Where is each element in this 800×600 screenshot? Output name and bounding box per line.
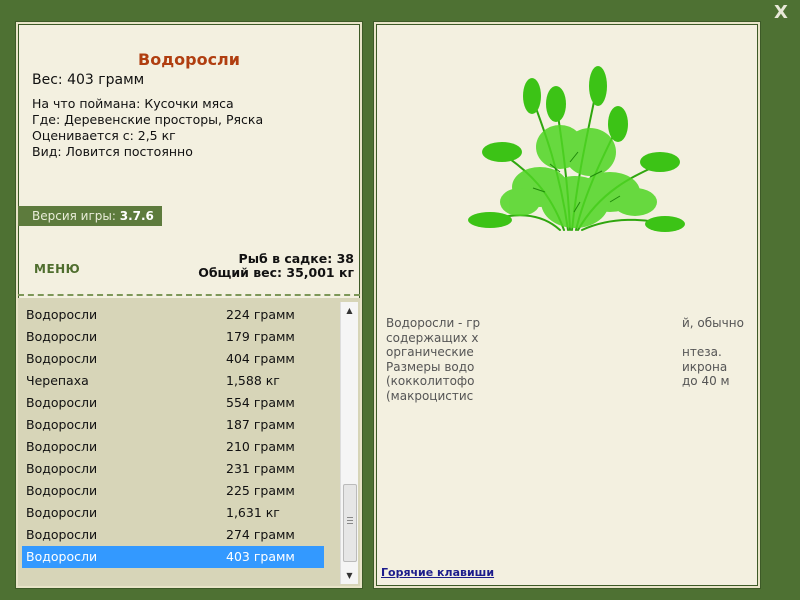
description-right: нтеза. <box>682 345 722 359</box>
scroll-up-icon[interactable]: ▲ <box>341 302 358 319</box>
catch-item-weight: 187 грамм <box>226 417 295 432</box>
catch-list-item[interactable]: Водоросли 179 грамм <box>22 326 324 348</box>
seaweed-image <box>468 66 685 232</box>
catch-item-name: Водоросли <box>26 461 98 476</box>
catch-list-item[interactable]: Водоросли 1,631 кг <box>22 502 324 524</box>
catch-item-weight: 225 грамм <box>226 483 295 498</box>
catch-item-weight: 210 грамм <box>226 439 295 454</box>
catch-list-item[interactable]: Черепаха 1,588 кг <box>22 370 324 392</box>
description-left: (кокколитофо <box>386 374 475 388</box>
menu-button[interactable]: МЕНЮ <box>34 262 80 276</box>
catch-item-weight: 1,588 кг <box>226 373 280 388</box>
catch-item-name: Черепаха <box>26 373 89 388</box>
description-line: органические нтеза. <box>386 345 748 360</box>
description-right: икрона <box>682 359 728 374</box>
catch-list: Водоросли 224 грамм Водоросли 179 грамм Водо… <box>18 298 360 586</box>
divider <box>18 294 360 296</box>
location-line: Где: Деревенские просторы, Ряска <box>32 112 264 127</box>
total-weight: Общий вес: 35,001 кг <box>198 265 354 280</box>
catch-item-name: Водоросли <box>26 351 98 366</box>
description-line: Водоросли - гр й, обычно <box>386 316 748 331</box>
catch-item-weight: 1,631 кг <box>226 505 280 520</box>
catch-item-name: Водоросли <box>26 505 98 520</box>
fish-count: Рыб в садке: 38 <box>238 251 354 266</box>
scroll-down-icon[interactable]: ▼ <box>341 567 358 584</box>
version-label: Версия игры: <box>32 209 116 223</box>
fish-title: Водоросли <box>138 50 240 69</box>
scroll-thumb[interactable] <box>343 484 357 562</box>
catch-item-weight: 274 грамм <box>226 527 295 542</box>
close-button[interactable]: X <box>772 4 790 22</box>
description-line: содержащих х <box>386 331 748 346</box>
description-right: й, обычно <box>682 316 744 330</box>
catch-list-item[interactable]: Водоросли 231 грамм <box>22 458 324 480</box>
description-line: (макроцистис <box>386 389 748 404</box>
catch-item-name: Водоросли <box>26 527 98 542</box>
catch-item-weight: 403 грамм <box>226 549 295 564</box>
catch-item-name: Водоросли <box>26 483 98 498</box>
fish-info-panel: Водоросли Вес: 403 грамм На что поймана:… <box>16 22 362 588</box>
description-left: (макроцистис <box>386 388 474 403</box>
description-left: содержащих х <box>386 330 479 345</box>
catch-list-item[interactable]: Водоросли 404 грамм <box>22 348 324 370</box>
catch-item-weight: 231 грамм <box>226 461 295 476</box>
catch-list-item[interactable]: Водоросли 187 грамм <box>22 414 324 436</box>
catch-list-item[interactable]: Водоросли 403 грамм <box>22 546 324 568</box>
bait-line: На что поймана: Кусочки мяса <box>32 96 234 111</box>
catch-list-item[interactable]: Водоросли 274 грамм <box>22 524 324 546</box>
catch-item-name: Водоросли <box>26 329 98 344</box>
catch-list-item[interactable]: Водоросли 224 грамм <box>22 304 324 326</box>
fish-image-panel: Водоросли - гр й, обычно содержащих х орган… <box>374 22 760 588</box>
description-right: до 40 м <box>682 374 730 388</box>
hotkeys-link[interactable]: Горячие клавиши <box>381 566 494 579</box>
catch-list-item[interactable]: Водоросли 554 грамм <box>22 392 324 414</box>
catch-list-item[interactable]: Водоросли 210 грамм <box>22 436 324 458</box>
fish-details: На что поймана: Кусочки мяса Где: Дереве… <box>32 96 263 160</box>
fish-weight: Вес: 403 грамм <box>32 72 145 88</box>
description-line: Размеры водо икрона <box>386 360 748 375</box>
catch-stats: Рыб в садке: 38 Общий вес: 35,001 кг <box>198 252 354 280</box>
version-number: 3.7.6 <box>119 209 154 223</box>
type-line: Вид: Ловится постоянно <box>32 144 193 159</box>
version-bar: Версия игры: 3.7.6 <box>18 206 162 226</box>
description-line: (кокколитофо до 40 м <box>386 374 748 389</box>
catch-item-weight: 404 грамм <box>226 351 295 366</box>
fish-description: Водоросли - гр й, обычно содержащих х орган… <box>386 316 748 403</box>
description-left: органические <box>386 345 474 359</box>
catch-item-weight: 179 грамм <box>226 329 295 344</box>
catch-item-weight: 224 грамм <box>226 307 295 322</box>
catch-list-item[interactable]: Водоросли 225 грамм <box>22 480 324 502</box>
description-left: Размеры водо <box>386 359 475 374</box>
catch-item-name: Водоросли <box>26 549 98 564</box>
catch-item-name: Водоросли <box>26 417 98 432</box>
catch-item-name: Водоросли <box>26 395 98 410</box>
value-line: Оценивается с: 2,5 кг <box>32 128 176 143</box>
list-scrollbar[interactable]: ▲ ▼ <box>340 302 358 584</box>
catch-item-name: Водоросли <box>26 307 98 322</box>
catch-item-name: Водоросли <box>26 439 98 454</box>
description-left: Водоросли - гр <box>386 316 481 330</box>
catch-item-weight: 554 грамм <box>226 395 295 410</box>
